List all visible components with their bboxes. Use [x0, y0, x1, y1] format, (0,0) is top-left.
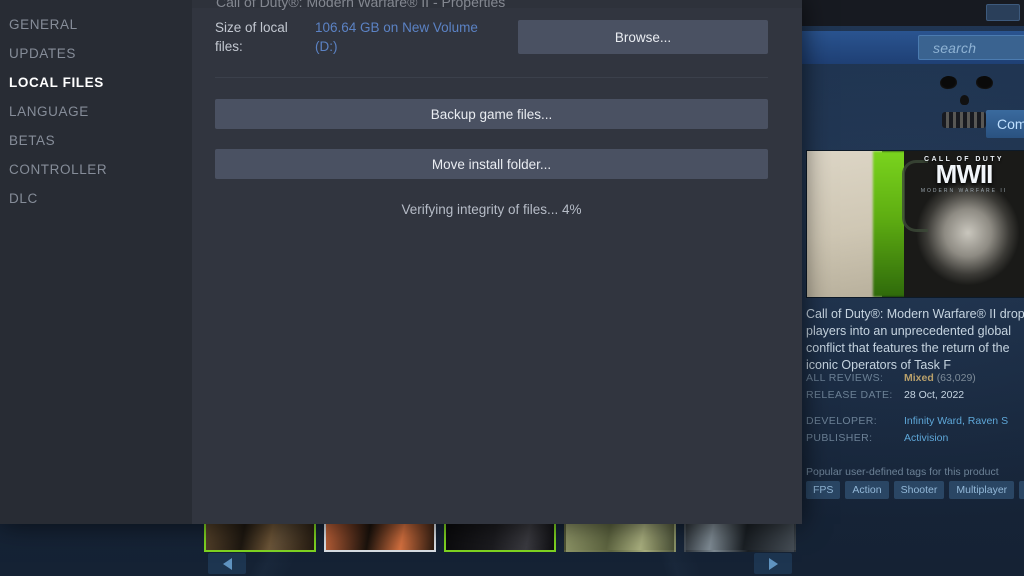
community-button-label: Com: [997, 116, 1024, 132]
meta-label-all-reviews: ALL REVIEWS:: [806, 372, 884, 384]
move-install-folder-button[interactable]: Move install folder...: [215, 149, 768, 179]
review-count-text: (63,029): [936, 372, 976, 384]
artwork-headset-icon: [902, 160, 928, 232]
sidebar-item-local-files[interactable]: LOCAL FILES: [0, 68, 192, 97]
tags-heading: Popular user-defined tags for this produ…: [806, 466, 999, 478]
size-of-local-files-value[interactable]: 106.64 GB on New Volume (D:): [315, 18, 495, 56]
meta-row-publisher: PUBLISHER: Activision: [806, 430, 1024, 447]
verification-status-text: Verifying integrity of files... 4%: [401, 202, 582, 217]
meta-row-all-reviews: ALL REVIEWS: Mixed (63,029): [806, 370, 1024, 387]
meta-value-publisher: Activision: [904, 430, 948, 447]
store-topbar: [802, 0, 1024, 26]
meta-label-developer: DEVELOPER:: [806, 415, 878, 427]
filmstrip-prev-button[interactable]: [208, 553, 246, 574]
publisher-link[interactable]: Activision: [904, 432, 948, 444]
sidebar-item-general[interactable]: GENERAL: [0, 10, 192, 39]
skull-left-eye-icon: [939, 75, 958, 90]
meta-row-release-date: RELEASE DATE: 28 Oct, 2022: [806, 387, 1024, 404]
search-placeholder-text: search: [933, 39, 977, 56]
sidebar-item-label: LANGUAGE: [9, 104, 89, 119]
tag-pill[interactable]: Shooter: [893, 481, 945, 499]
sidebar-item-dlc[interactable]: DLC: [0, 184, 192, 213]
review-summary-text: Mixed: [904, 372, 934, 384]
sidebar-item-updates[interactable]: UPDATES: [0, 39, 192, 68]
meta-label-release-date: RELEASE DATE:: [806, 389, 893, 401]
developer-link[interactable]: Infinity Ward, Raven S: [904, 415, 1008, 427]
sidebar-item-language[interactable]: LANGUAGE: [0, 97, 192, 126]
chevron-left-icon: [222, 557, 232, 570]
browse-button[interactable]: Browse...: [518, 20, 768, 54]
sidebar-item-label: GENERAL: [9, 17, 78, 32]
artwork-beige-panel: [807, 151, 882, 297]
backup-game-files-button[interactable]: Backup game files...: [215, 99, 768, 129]
filmstrip-next-button[interactable]: [754, 553, 792, 574]
sidebar-item-controller[interactable]: CONTROLLER: [0, 155, 192, 184]
meta-value-developer: Infinity Ward, Raven S: [904, 413, 1008, 430]
game-metadata-list: ALL REVIEWS: Mixed (63,029) RELEASE DATE…: [806, 370, 1024, 447]
move-button-label: Move install folder...: [431, 156, 552, 172]
browse-button-label: Browse...: [614, 29, 672, 45]
tag-pill[interactable]: FPS: [806, 481, 841, 499]
skull-teeth-icon: [942, 112, 986, 128]
meta-label-publisher: PUBLISHER:: [806, 432, 873, 444]
meta-row-developer: DEVELOPER: Infinity Ward, Raven S: [806, 413, 1024, 430]
tags-row: FPS Action Shooter Multiplayer M: [806, 481, 1024, 499]
size-of-local-files-label: Size of local files:: [215, 20, 288, 54]
backup-button-label: Backup game files...: [430, 106, 553, 122]
sidebar-item-label: DLC: [9, 191, 38, 206]
dialog-content-local-files: Size of local files: 106.64 GB on New Vo…: [192, 0, 802, 524]
meta-value-all-reviews: Mixed (63,029): [904, 370, 976, 387]
skull-nose-icon: [960, 95, 969, 105]
sidebar-item-label: CONTROLLER: [9, 162, 108, 177]
tag-pill[interactable]: Action: [845, 481, 889, 499]
sidebar-item-label: BETAS: [9, 133, 56, 148]
tag-pill[interactable]: M: [1019, 481, 1024, 499]
tag-pill[interactable]: Multiplayer: [949, 481, 1015, 499]
chevron-right-icon: [768, 557, 778, 570]
store-search-input[interactable]: search: [918, 35, 1024, 60]
sidebar-item-betas[interactable]: BETAS: [0, 126, 192, 155]
game-properties-dialog: Call of Duty®: Modern Warfare® II - Prop…: [0, 0, 802, 524]
skull-right-eye-icon: [975, 75, 994, 90]
dialog-sidebar: GENERAL UPDATES LOCAL FILES LANGUAGE BET…: [0, 0, 192, 524]
store-topbar-control[interactable]: [986, 4, 1020, 21]
sidebar-item-label: LOCAL FILES: [9, 75, 104, 90]
community-button[interactable]: Com: [986, 110, 1024, 138]
content-divider: [215, 77, 768, 78]
sidebar-item-label: UPDATES: [9, 46, 76, 61]
game-description: Call of Duty®: Modern Warfare® II drops …: [806, 307, 1024, 372]
meta-value-release-date: 28 Oct, 2022: [904, 389, 965, 401]
